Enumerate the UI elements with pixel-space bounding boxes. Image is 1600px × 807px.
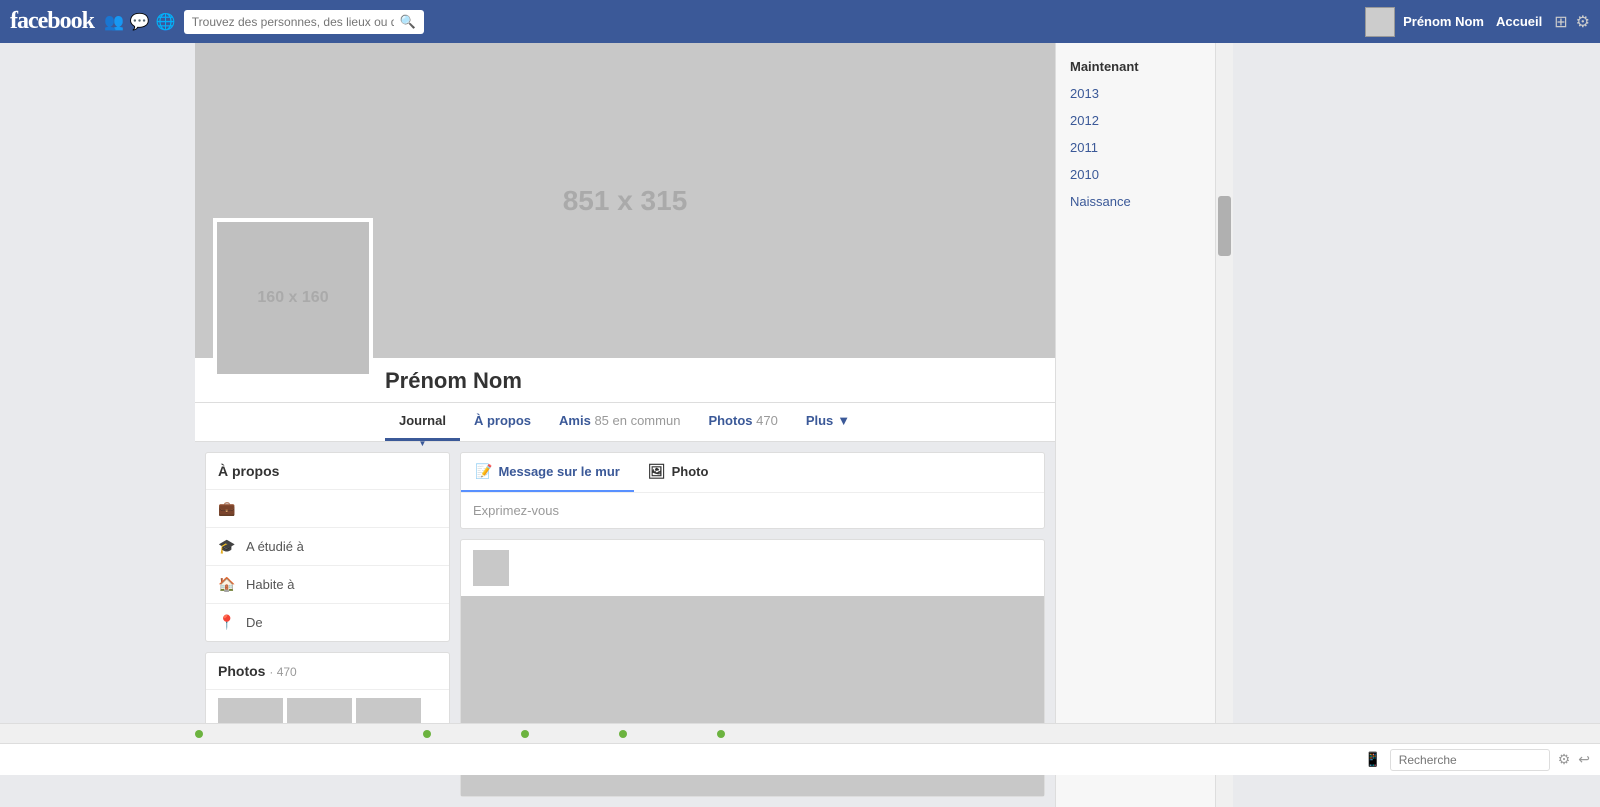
- timeline-2011[interactable]: 2011: [1056, 134, 1215, 161]
- timeline-maintenant[interactable]: Maintenant: [1056, 53, 1215, 80]
- post-input[interactable]: Exprimez-vous: [461, 493, 1044, 528]
- topbar-nav-icons: 👥 💬 🌐: [104, 12, 176, 32]
- profile-main: 851 x 315 160 x 160 Prénom Nom Journal À…: [195, 43, 1055, 807]
- profile-name: Prénom Nom: [385, 368, 1045, 402]
- scrollbar-thumb[interactable]: [1218, 196, 1231, 256]
- facebook-logo: facebook: [10, 8, 94, 35]
- timeline-2010[interactable]: 2010: [1056, 161, 1215, 188]
- message-icon: 📝: [475, 463, 492, 480]
- cover-dimensions: 851 x 315: [563, 185, 688, 217]
- cover-photo: 851 x 315 160 x 160: [195, 43, 1055, 358]
- search-input[interactable]: [192, 15, 394, 29]
- post-tab-message[interactable]: 📝 Message sur le mur: [461, 453, 634, 492]
- apropos-school-label: A étudié à: [246, 539, 304, 554]
- timeline-2013[interactable]: 2013: [1056, 80, 1215, 107]
- location-icon: 📍: [218, 614, 236, 631]
- apropos-card: À propos 💼 🎓 A étudié à 🏠 Habite à: [205, 452, 450, 642]
- post-avatar[interactable]: [473, 550, 509, 586]
- status-dots-bar: [0, 723, 1600, 743]
- scrollbar-track[interactable]: [1216, 43, 1233, 807]
- online-dot-1: [195, 730, 203, 738]
- tab-plus[interactable]: Plus ▼: [792, 403, 864, 441]
- online-dot-2: [423, 730, 431, 738]
- online-dot-3: [521, 730, 529, 738]
- home-icon: 🏠: [218, 576, 236, 593]
- user-avatar[interactable]: [1365, 7, 1395, 37]
- friends-requests-icon[interactable]: ⊞: [1554, 12, 1567, 32]
- apropos-home-label: Habite à: [246, 577, 294, 592]
- timeline-naissance[interactable]: Naissance: [1056, 188, 1215, 215]
- post-composer: 📝 Message sur le mur 🖼 Photo Exprimez-vo…: [460, 452, 1045, 529]
- tab-apropos[interactable]: À propos: [460, 403, 545, 441]
- page-wrapper: 851 x 315 160 x 160 Prénom Nom Journal À…: [0, 43, 1600, 807]
- user-area: Prénom Nom Accueil ⊞ ⚙: [1365, 7, 1590, 37]
- bottom-search[interactable]: [1390, 749, 1550, 771]
- apropos-header: À propos: [206, 453, 449, 490]
- post-tabs: 📝 Message sur le mur 🖼 Photo: [461, 453, 1044, 493]
- mobile-icon[interactable]: 📱: [1364, 751, 1381, 768]
- school-icon: 🎓: [218, 538, 236, 555]
- topbar: facebook 👥 💬 🌐 🔍 Prénom Nom Accueil ⊞ ⚙: [0, 0, 1600, 43]
- search-icon: 🔍: [400, 14, 416, 30]
- friends-icon[interactable]: 👥: [104, 12, 124, 32]
- apropos-school: 🎓 A étudié à: [206, 528, 449, 566]
- avatar-dimensions: 160 x 160: [257, 289, 328, 307]
- apropos-work: 💼: [206, 490, 449, 528]
- tab-journal[interactable]: Journal: [385, 403, 460, 441]
- bottom-bar: 📱 ⚙ ↩: [0, 743, 1600, 775]
- user-name[interactable]: Prénom Nom: [1403, 14, 1484, 29]
- scrollbar-track-container: [1215, 43, 1233, 807]
- globe-icon[interactable]: 🌐: [156, 12, 176, 32]
- online-dot-5: [717, 730, 725, 738]
- post-tab-photo[interactable]: 🖼 Photo: [634, 453, 723, 492]
- left-spacer: [0, 43, 195, 807]
- messages-icon[interactable]: 💬: [130, 12, 150, 32]
- profile-avatar[interactable]: 160 x 160: [213, 218, 373, 378]
- apropos-home: 🏠 Habite à: [206, 566, 449, 604]
- bottom-search-input[interactable]: [1399, 753, 1541, 767]
- tab-amis[interactable]: Amis 85 en commun: [545, 403, 694, 441]
- timeline-sidebar: Maintenant 2013 2012 2011 2010 Naissance: [1055, 43, 1215, 807]
- photos-header: Photos · 470: [206, 653, 449, 690]
- apropos-from-label: De: [246, 615, 263, 630]
- photo-icon: 🖼: [648, 463, 666, 480]
- apropos-from: 📍 De: [206, 604, 449, 641]
- bottom-settings-icon[interactable]: ⚙: [1558, 751, 1571, 768]
- work-icon: 💼: [218, 500, 236, 517]
- tab-photos[interactable]: Photos 470: [694, 403, 791, 441]
- settings-icon[interactable]: ⚙: [1576, 12, 1590, 32]
- search-bar[interactable]: 🔍: [184, 10, 424, 34]
- online-dot-4: [619, 730, 627, 738]
- timeline-2012[interactable]: 2012: [1056, 107, 1215, 134]
- feed-post-header: [461, 540, 1044, 596]
- bottom-logout-icon[interactable]: ↩: [1578, 751, 1590, 768]
- profile-tabs: Journal À propos Amis 85 en commun Photo…: [195, 403, 1055, 442]
- accueil-link[interactable]: Accueil: [1492, 14, 1546, 29]
